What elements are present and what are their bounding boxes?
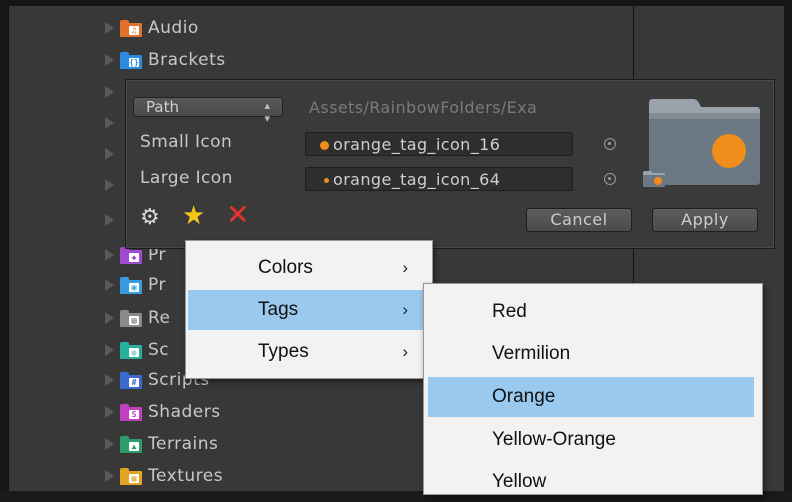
expand-arrow-icon[interactable] xyxy=(105,312,114,324)
object-picker-icon[interactable] xyxy=(604,138,616,150)
tree-item-shaders[interactable]: S Shaders xyxy=(105,397,221,427)
scripts-folder-icon: # xyxy=(120,371,142,389)
tree-item-textures[interactable]: ▦ Textures xyxy=(105,461,223,491)
orange-tag-icon xyxy=(320,141,329,150)
tree-item-brackets[interactable]: {} Brackets xyxy=(105,45,226,75)
expand-arrow-icon[interactable] xyxy=(105,249,114,261)
expand-arrow-icon[interactable] xyxy=(105,54,114,66)
tree-item-resources[interactable]: ▤ Re xyxy=(105,303,171,333)
expand-arrow-icon[interactable] xyxy=(105,214,114,226)
menu-item-types[interactable]: Types › xyxy=(188,332,430,372)
small-icon-label: Small Icon xyxy=(140,132,233,152)
tree-item-label: Audio xyxy=(148,18,199,38)
key-type-value: Path xyxy=(146,98,179,116)
textures-folder-icon: ▦ xyxy=(120,467,142,485)
submenu-arrow-icon: › xyxy=(402,342,408,361)
menu-item-label: Orange xyxy=(492,386,556,407)
tree-item-label: Re xyxy=(148,308,171,328)
brackets-folder-icon: {} xyxy=(120,51,142,69)
expand-arrow-icon[interactable] xyxy=(105,86,114,98)
tree-item-label: Textures xyxy=(148,466,224,486)
tree-item-label: Terrains xyxy=(148,434,219,454)
expand-arrow-icon[interactable] xyxy=(105,148,114,160)
large-icon-value: orange_tag_icon_64 xyxy=(333,170,501,189)
prefabs-folder-icon: ◆ xyxy=(120,246,142,264)
tree-item-scenes[interactable]: ◎ Sc xyxy=(105,335,169,365)
tree-item-presets[interactable]: ▣ Pr xyxy=(105,270,166,300)
menu-item-label: Vermilion xyxy=(492,343,571,364)
dropdown-arrows-icon: ▴ ▾ xyxy=(264,99,270,125)
menu-item-yellow[interactable]: Yellow xyxy=(426,462,758,502)
small-icon-value: orange_tag_icon_16 xyxy=(333,135,501,154)
menu-item-tags[interactable]: Tags › xyxy=(188,290,430,330)
expand-arrow-icon[interactable] xyxy=(105,179,114,191)
tree-item-audio[interactable]: ♫ Audio xyxy=(105,13,199,43)
tree-item-label: Sc xyxy=(148,340,170,360)
tree-item-label: Brackets xyxy=(148,50,226,70)
menu-item-orange[interactable]: Orange xyxy=(428,377,754,417)
expand-arrow-icon[interactable] xyxy=(105,117,114,129)
gear-icon[interactable]: ⚙ xyxy=(140,207,162,229)
tree-item-label: Pr xyxy=(148,275,166,295)
object-picker-icon[interactable] xyxy=(604,173,616,185)
menu-item-label: Types xyxy=(258,341,309,362)
menu-item-label: Colors xyxy=(258,257,313,278)
submenu-arrow-icon: › xyxy=(402,300,408,319)
expand-arrow-icon[interactable] xyxy=(105,22,114,34)
shaders-folder-icon: S xyxy=(120,403,142,421)
expand-arrow-icon[interactable] xyxy=(105,374,114,386)
apply-button[interactable]: Apply xyxy=(652,208,758,232)
large-icon-field[interactable]: orange_tag_icon_64 xyxy=(305,167,573,191)
expand-arrow-icon[interactable] xyxy=(105,406,114,418)
expand-arrow-icon[interactable] xyxy=(105,344,114,356)
large-icon-label: Large Icon xyxy=(140,168,233,188)
key-type-dropdown[interactable]: Path ▴ ▾ xyxy=(133,97,283,125)
resources-folder-icon: ▤ xyxy=(120,309,142,327)
presets-folder-icon: ▣ xyxy=(120,276,142,294)
context-menu: Colors › Tags › Types › xyxy=(185,240,433,379)
menu-item-label: Yellow-Orange xyxy=(492,429,616,450)
expand-arrow-icon[interactable] xyxy=(105,470,114,482)
path-input[interactable]: Assets/RainbowFolders/Exa xyxy=(305,96,627,120)
menu-item-label: Yellow xyxy=(492,471,547,492)
scenes-folder-icon: ◎ xyxy=(120,341,142,359)
star-icon[interactable]: ★ xyxy=(182,202,205,230)
small-folder-preview-icon xyxy=(643,171,665,187)
expand-arrow-icon[interactable] xyxy=(105,438,114,450)
submenu-arrow-icon: › xyxy=(402,258,408,277)
audio-folder-icon: ♫ xyxy=(120,19,142,37)
tags-submenu: Red Vermilion Orange Yellow-Orange Yello… xyxy=(423,283,763,495)
close-icon[interactable]: ✕ xyxy=(226,200,249,230)
menu-item-vermilion[interactable]: Vermilion xyxy=(426,334,758,374)
expand-arrow-icon[interactable] xyxy=(105,279,114,291)
menu-item-label: Red xyxy=(492,301,527,322)
menu-item-colors[interactable]: Colors › xyxy=(188,248,430,288)
terrains-folder-icon: ▲ xyxy=(120,435,142,453)
cancel-button[interactable]: Cancel xyxy=(526,208,632,232)
orange-tag-icon xyxy=(324,178,329,183)
tree-item-terrains[interactable]: ▲ Terrains xyxy=(105,429,218,459)
tree-item-label: Shaders xyxy=(148,402,221,422)
menu-item-label: Tags xyxy=(258,299,299,320)
menu-item-red[interactable]: Red xyxy=(426,292,758,332)
small-icon-field[interactable]: orange_tag_icon_16 xyxy=(305,132,573,156)
menu-item-yellow-orange[interactable]: Yellow-Orange xyxy=(426,420,758,460)
